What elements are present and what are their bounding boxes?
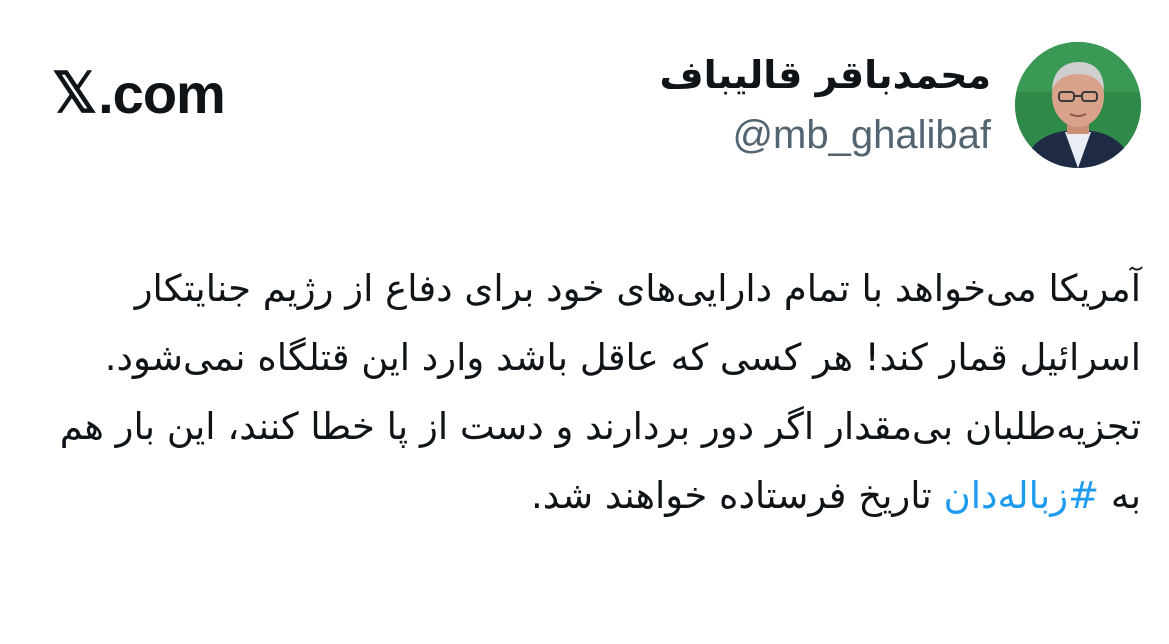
author-names: محمدباقر قالیباف @mb_ghalibaf [660,49,991,161]
tweet-text: آمریکا می‌خواهد با تمام دارایی‌های خود ب… [31,254,1141,530]
author-handle[interactable]: @mb_ghalibaf [660,109,991,161]
author-display-name[interactable]: محمدباقر قالیباف [660,49,991,101]
tweet-text-segment: تاریخ فرستاده خواهند شد. [530,474,944,517]
x-com-logo: 𝕏 .com [52,58,226,128]
x-logo-icon: 𝕏 [52,61,97,124]
profile-photo-avatar-icon [1015,42,1141,168]
avatar[interactable] [1015,42,1141,168]
hashtag-link[interactable]: #زباله‌دان [944,474,1099,517]
tweet-author: محمدباقر قالیباف @mb_ghalibaf [660,42,1141,168]
tweet-paragraph: آمریکا می‌خواهد با تمام دارایی‌های خود ب… [104,267,1141,379]
brand-domain-text: .com [98,61,226,125]
tweet-paragraph: تجزیه‌طلبان بی‌مقدار اگر دور بردارند و د… [31,392,1141,530]
